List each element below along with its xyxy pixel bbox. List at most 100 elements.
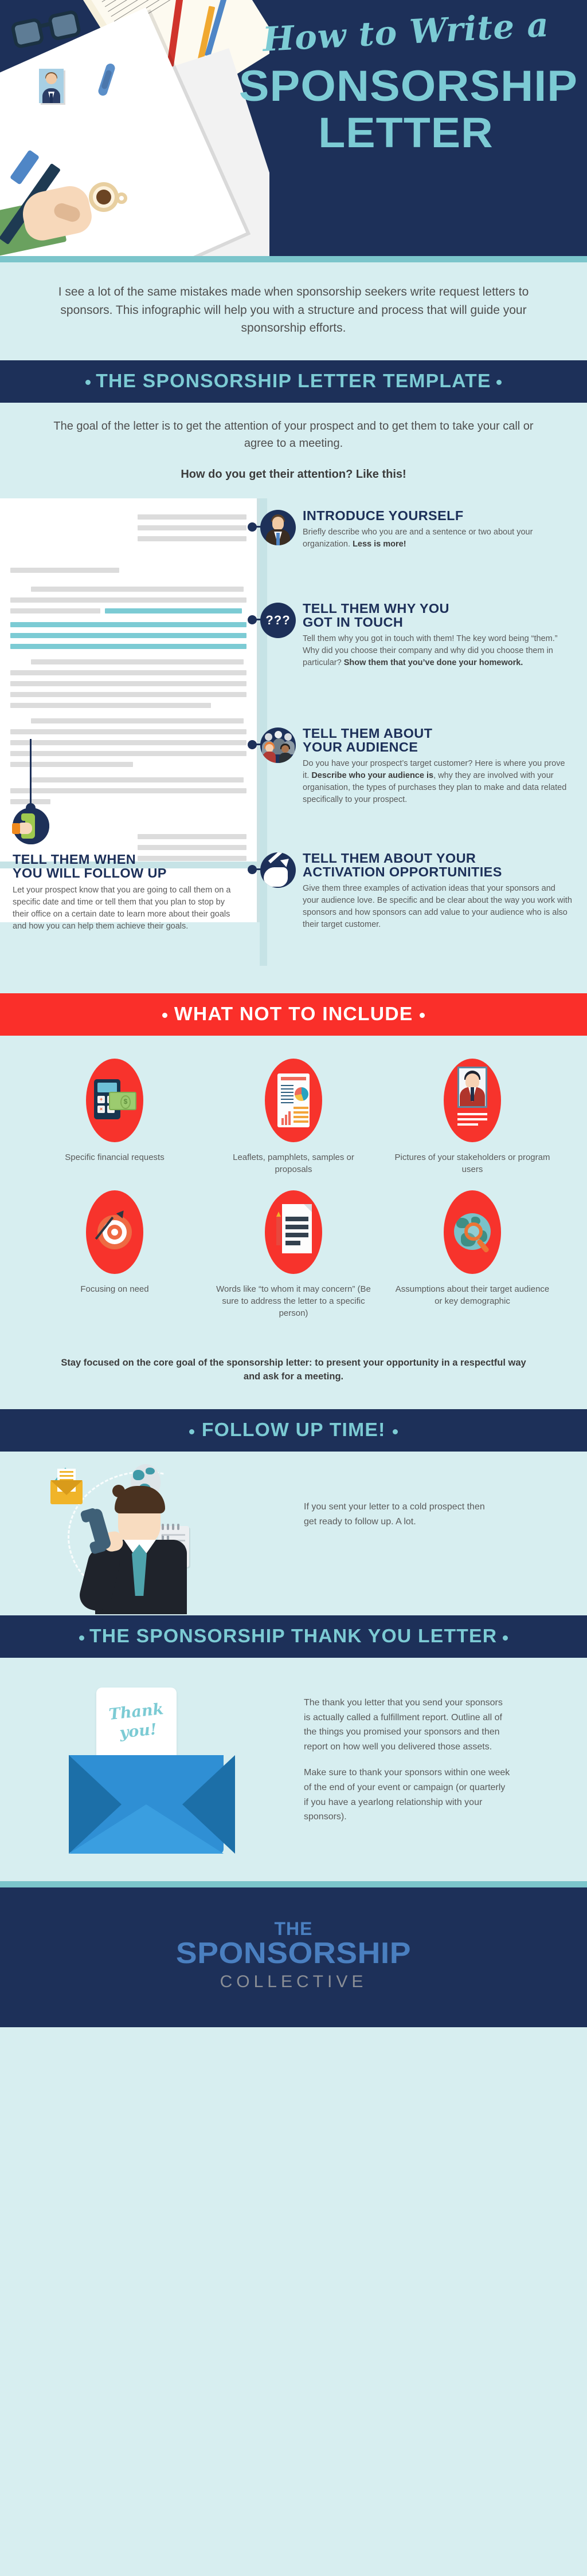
not-include-item-3: Pictures of your stakeholders or program… — [392, 1058, 553, 1175]
step-introduce-yourself: INTRODUCE YOURSELF Briefly describe who … — [248, 508, 572, 589]
step-title-followup-line1: TELL THEM WHEN — [13, 851, 136, 867]
teal-divider-rule — [0, 256, 587, 262]
letter-paragraph-4 — [10, 777, 246, 804]
not-include-caption-6: Assumptions about their target audience … — [395, 1284, 550, 1306]
envelope-front-flap — [69, 1804, 224, 1854]
writing-hand-illustration — [0, 137, 155, 256]
step-title-3: TELL THEM ABOUT YOUR AUDIENCE — [303, 726, 577, 754]
not-include-band: +− ×÷ Specific financial requests — [0, 1035, 587, 1409]
step-why-got-in-touch: ??? TELL THEM WHY YOU GOT IN TOUCH Tell … — [248, 601, 572, 714]
section-title-what-not-to-include: WHAT NOT TO INCLUDE — [174, 1002, 413, 1024]
bullet-dot-right-icon — [420, 1013, 425, 1018]
template-goal-text: The goal of the letter is to get the att… — [53, 419, 534, 450]
not-include-caption-5: Words like “to whom it may concern” (Be … — [216, 1284, 371, 1318]
section-title-follow-up-time: FOLLOW UP TIME! — [201, 1419, 386, 1440]
intro-band: I see a lot of the same mistakes made wh… — [0, 262, 587, 360]
person-photo-icon — [444, 1058, 501, 1142]
bullet-dot-left-icon — [85, 380, 91, 386]
step-body-1-bold: Less is more! — [353, 539, 406, 549]
template-attention-text: How do you get their attention? Like thi… — [181, 467, 406, 481]
hero-title-group: How to Write a SPONSORSHIP LETTER — [239, 5, 577, 154]
not-include-grid: +− ×÷ Specific financial requests — [0, 1036, 587, 1342]
section-title-thank-you-letter: THE SPONSORSHIP THANK YOU LETTER — [89, 1625, 498, 1646]
step-body-2-bold: Show them that you’ve done your homework… — [343, 658, 523, 667]
thank-you-text-block: The thank you letter that you send your … — [304, 1696, 510, 1824]
hero-main-title: SPONSORSHIP LETTER — [239, 64, 577, 154]
not-include-row-1: +− ×÷ Specific financial requests — [34, 1058, 553, 1175]
step-body-2: Tell them why you got in touch with them… — [303, 633, 572, 669]
step-body-4: Give them three examples of activation i… — [303, 883, 572, 929]
thank-you-paragraph-1: The thank you letter that you send your … — [304, 1698, 503, 1752]
step-body-3: Do you have your prospect’s target custo… — [303, 758, 572, 806]
hero-script-line: How to Write a — [261, 5, 550, 60]
step-title-2: TELL THEM WHY YOU GOT IN TOUCH — [303, 601, 577, 629]
thank-you-envelope-illustration: Thank you! — [69, 1688, 235, 1854]
letter-paragraph-2 — [10, 659, 246, 708]
logo-collective: COLLECTIVE — [220, 1972, 367, 1991]
letter-paragraph-3 — [10, 718, 246, 767]
growth-arrow-icon — [260, 852, 296, 888]
businessman-avatar-icon — [260, 509, 296, 545]
hero-title-line-1: SPONSORSHIP — [238, 61, 578, 111]
step-title-2-line1: TELL THEM WHY YOU — [303, 600, 449, 616]
step-body-followup: Let your prospect know that you are goin… — [13, 885, 231, 931]
follow-up-band: If you sent your letter to a cold prospe… — [0, 1452, 587, 1615]
step-title-followup-line2: YOU WILL FOLLOW UP — [13, 865, 167, 880]
not-include-item-4: Focusing on need — [34, 1190, 195, 1319]
step-title-4: TELL THEM ABOUT YOUR ACTIVATION OPPORTUN… — [303, 851, 577, 879]
not-include-caption-1: Specific financial requests — [65, 1152, 165, 1162]
section-bar-template: THE SPONSORSHIP LETTER TEMPLATE — [0, 360, 587, 403]
step-about-your-audience: TELL THEM ABOUT YOUR AUDIENCE Do you hav… — [248, 726, 572, 839]
thank-you-card-text: Thank you! — [93, 1684, 179, 1745]
globe-magnifier-icon — [444, 1190, 501, 1274]
step-tell-them-when-follow-up: TELL THEM WHEN YOU WILL FOLLOW UP Let yo… — [12, 807, 242, 933]
thank-you-band: Thank you! The thank you letter that you… — [0, 1658, 587, 1881]
section-title-template: THE SPONSORSHIP LETTER TEMPLATE — [96, 369, 491, 391]
letter-address-block — [138, 514, 246, 541]
section-bar-thank-you-letter: THE SPONSORSHIP THANK YOU LETTER — [0, 1615, 587, 1658]
teal-divider-rule-footer — [0, 1881, 587, 1887]
not-include-item-6: Assumptions about their target audience … — [392, 1190, 553, 1319]
thank-you-paragraph-2: Make sure to thank your sponsors within … — [304, 1768, 510, 1822]
section-bar-follow-up-time: FOLLOW UP TIME! — [0, 1409, 587, 1452]
bullet-dot-right-icon — [502, 1635, 508, 1641]
step-title-2-line2: GOT IN TOUCH — [303, 614, 404, 630]
crowd-audience-icon — [260, 727, 296, 763]
step-activation-opportunities: TELL THEM ABOUT YOUR ACTIVATION OPPORTUN… — [248, 851, 572, 966]
bullet-dot-right-icon — [393, 1429, 398, 1434]
letter-paragraph-1 — [10, 586, 246, 649]
bullet-dot-left-icon — [189, 1429, 194, 1434]
envelope-icon — [50, 1468, 83, 1504]
not-include-closing-note: Stay focused on the core goal of the spo… — [61, 1357, 526, 1382]
letter-salutation — [10, 567, 246, 573]
coffee-cup-icon — [89, 182, 119, 212]
step-title-followup: TELL THEM WHEN YOU WILL FOLLOW UP — [13, 852, 246, 880]
not-include-item-5: Words like “to whom it may concern” (Be … — [213, 1190, 374, 1319]
bullet-dot-left-icon — [162, 1013, 167, 1018]
not-include-caption-3: Pictures of your stakeholders or program… — [394, 1152, 550, 1174]
steps-column: INTRODUCE YOURSELF Briefly describe who … — [248, 498, 587, 966]
not-include-caption-2: Leaflets, pamphlets, samples or proposal… — [233, 1152, 354, 1174]
not-include-item-1: +− ×÷ Specific financial requests — [34, 1058, 195, 1175]
step-title-1: INTRODUCE YOURSELF — [303, 508, 464, 523]
connector-line-followup — [30, 738, 32, 808]
section-bar-what-not-to-include: WHAT NOT TO INCLUDE — [0, 993, 587, 1036]
id-photo-icon — [39, 69, 64, 103]
step-title-3-line2: YOUR AUDIENCE — [303, 739, 418, 754]
step-title-3-line1: TELL THEM ABOUT — [303, 725, 433, 741]
step-title-4-line1: TELL THEM ABOUT YOUR — [303, 850, 476, 866]
template-intro-band: The goal of the letter is to get the att… — [0, 402, 587, 498]
thank-you-card-line2: you! — [119, 1720, 158, 1742]
not-include-caption-4: Focusing on need — [80, 1284, 149, 1294]
businessman-on-phone-illustration — [50, 1464, 291, 1614]
desk-illustration — [0, 0, 269, 256]
question-marks-icon: ??? — [260, 602, 296, 638]
logo-the: THE — [274, 1918, 313, 1939]
step-title-4-line2: ACTIVATION OPPORTUNITIES — [303, 864, 502, 879]
step-body-3-bold: Describe who your audience is — [311, 770, 434, 780]
step-body-1: Briefly describe who you are and a sente… — [303, 526, 572, 550]
hero-header: How to Write a SPONSORSHIP LETTER — [0, 0, 587, 256]
logo-sponsorship: SPONSORSHIP — [175, 1937, 412, 1970]
leaflet-report-icon — [265, 1058, 322, 1142]
target-arrow-icon — [86, 1190, 143, 1274]
